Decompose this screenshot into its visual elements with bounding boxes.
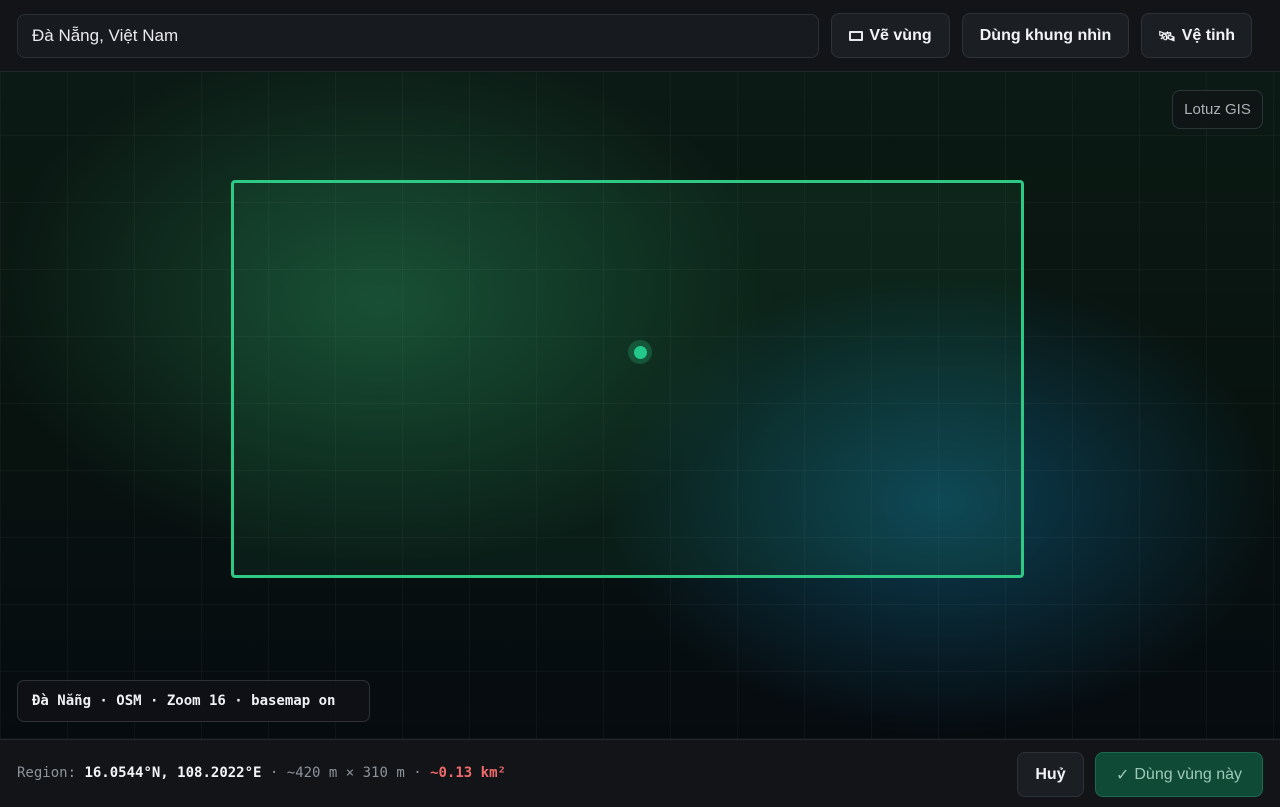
location-search-input[interactable] [17, 14, 819, 58]
region-label: Region: [17, 765, 77, 781]
rectangle-icon [849, 30, 864, 41]
region-status: Region: 16.0544°N, 108.2022°E · ~420 m ×… [17, 765, 506, 781]
map-info-chip: Đà Nẵng · OSM · Zoom 16 · basemap on [17, 680, 370, 722]
satellite-icon: 🛰 [1157, 27, 1176, 44]
top-toolbar: Vẽ vùng Dùng khung nhìn 🛰 Vệ tinh [0, 0, 1280, 72]
draw-region-label: Vẽ vùng [869, 26, 932, 44]
cancel-button[interactable]: Huỷ [1017, 752, 1084, 797]
satellite-label: Vệ tinh [1181, 26, 1236, 44]
region-coordinates: 16.0544°N, 108.2022°E [84, 765, 262, 781]
brand-badge: Lotuz GIS [1172, 90, 1263, 129]
region-dimensions: · ~420 m × 310 m · [269, 765, 422, 781]
check-icon: ✓ [1115, 766, 1130, 784]
region-area: ~0.13 km² [430, 765, 506, 781]
map-canvas[interactable]: Lotuz GIS Đà Nẵng · OSM · Zoom 16 · base… [0, 72, 1280, 739]
use-region-button[interactable]: ✓ Dùng vùng này [1095, 752, 1263, 797]
selected-region-rectangle[interactable] [231, 180, 1024, 578]
footer-bar: Region: 16.0544°N, 108.2022°E · ~420 m ×… [0, 739, 1280, 807]
region-center-marker[interactable] [628, 340, 652, 364]
use-viewport-button[interactable]: Dùng khung nhìn [962, 13, 1129, 58]
use-region-label: Dùng vùng này [1134, 765, 1243, 783]
satellite-toggle-button[interactable]: 🛰 Vệ tinh [1141, 13, 1252, 58]
draw-region-button[interactable]: Vẽ vùng [831, 13, 950, 58]
use-viewport-label: Dùng khung nhìn [979, 26, 1112, 44]
